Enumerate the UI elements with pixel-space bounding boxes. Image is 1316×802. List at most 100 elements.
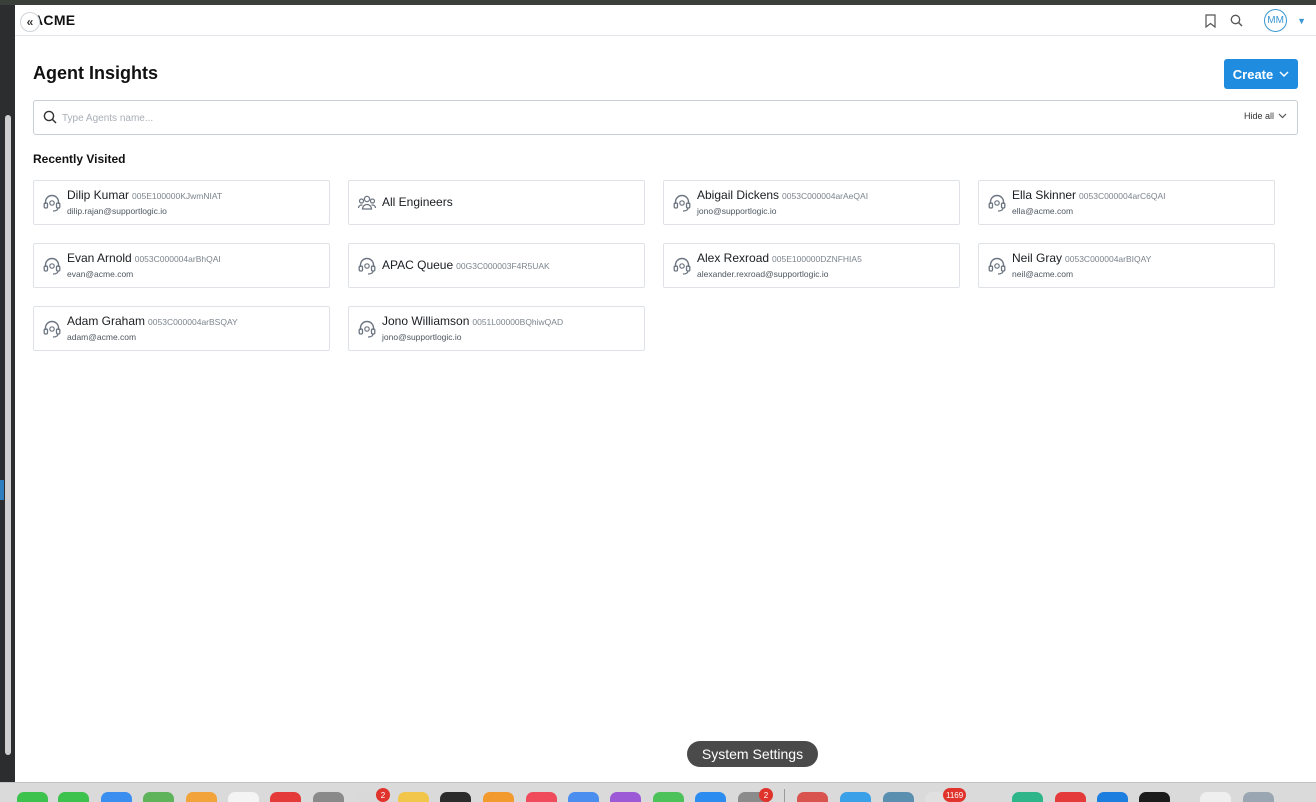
- dock-notification-badge: 2: [376, 788, 390, 802]
- recent-card-email: jono@supportlogic.io: [382, 332, 462, 342]
- recent-card-name: Dilip Kumar 005E100000KJwmNIAT: [67, 188, 222, 202]
- recent-card-name-text: APAC Queue: [382, 258, 454, 272]
- dock-app-icon[interactable]: [313, 792, 344, 802]
- scrollbar[interactable]: [5, 115, 11, 755]
- recent-card-name: Alex Rexroad 005E100000DZNFHIA5: [697, 251, 862, 265]
- recent-card[interactable]: Ella Skinner 0053C000004arC6QAI ella@acme.…: [978, 180, 1275, 225]
- create-button[interactable]: Create: [1224, 59, 1298, 89]
- dock-app-icon[interactable]: [883, 792, 914, 802]
- left-gutter: [0, 5, 15, 782]
- headset-icon: [357, 256, 377, 276]
- dock-separator: [784, 789, 785, 802]
- recent-card[interactable]: Dilip Kumar 005E100000KJwmNIAT dilip.rajan…: [33, 180, 330, 225]
- search-icon[interactable]: [1228, 13, 1244, 29]
- top-header: ACME MM ▼: [15, 5, 1316, 36]
- recent-card-id: 0053C000004arBhQAI: [134, 254, 221, 264]
- dock-app-icon[interactable]: [610, 792, 641, 802]
- dock-app-icon[interactable]: [840, 792, 871, 802]
- group-icon: [357, 193, 377, 213]
- headset-icon: [42, 319, 62, 339]
- headset-icon: [42, 256, 62, 276]
- recent-card-name-text: Ella Skinner: [1012, 188, 1077, 202]
- dock-app-icon[interactable]: [186, 792, 217, 802]
- dock-app-icon[interactable]: [653, 792, 684, 802]
- dock-app-icon[interactable]: [228, 792, 259, 802]
- recently-visited-heading: Recently Visited: [33, 152, 126, 166]
- chevron-down-icon: [1279, 70, 1289, 77]
- recent-card-email: neil@acme.com: [1012, 269, 1074, 279]
- recent-card[interactable]: All Engineers: [348, 180, 645, 225]
- dock-app-icon[interactable]: [797, 792, 828, 802]
- dock-app-icon[interactable]: [568, 792, 599, 802]
- recent-card[interactable]: APAC Queue 00G3C000003F4R5UAK: [348, 243, 645, 288]
- dock-app-icon[interactable]: [1055, 792, 1086, 802]
- dock-app-icon[interactable]: [1139, 792, 1170, 802]
- recent-card-name: Abigail Dickens 0053C000004arAeQAI: [697, 188, 868, 202]
- dock-app-icon[interactable]: [1243, 792, 1274, 802]
- user-avatar[interactable]: MM: [1264, 9, 1288, 32]
- recent-card[interactable]: Alex Rexroad 005E100000DZNFHIA5 alexander.…: [663, 243, 960, 288]
- recent-card-name-text: Abigail Dickens: [697, 188, 780, 202]
- search-input[interactable]: [62, 108, 1212, 128]
- recent-card-name-text: All Engineers: [382, 195, 453, 209]
- recent-card-name: Adam Graham 0053C000004arBSQAY: [67, 314, 238, 328]
- recent-card-id: 005E100000DZNFHIA5: [772, 254, 862, 264]
- recent-card-id: 0053C000004arAeQAI: [782, 191, 869, 201]
- headset-icon: [357, 319, 377, 339]
- recent-card-name-text: Alex Rexroad: [697, 251, 770, 265]
- recent-card-email: adam@acme.com: [67, 332, 137, 342]
- macos-dock: 2 2 1169: [0, 782, 1316, 802]
- recent-card[interactable]: Neil Gray 0053C000004arBIQAY neil@acme.com: [978, 243, 1275, 288]
- dock-app-icon[interactable]: [270, 792, 301, 802]
- dock-app-icon[interactable]: [58, 792, 89, 802]
- recent-card-email: jono@supportlogic.io: [697, 206, 777, 216]
- recent-card-name: Evan Arnold 0053C000004arBhQAI: [67, 251, 221, 265]
- header-actions: MM ▼: [1202, 9, 1306, 32]
- dock-app-icon[interactable]: [695, 792, 726, 802]
- recent-card-id: 0051L00000BQhiwQAD: [472, 317, 564, 327]
- dock-app-icon[interactable]: [398, 792, 429, 802]
- recent-card-id: 005E100000KJwmNIAT: [132, 191, 223, 201]
- headset-icon: [42, 193, 62, 213]
- recent-card[interactable]: Abigail Dickens 0053C000004arAeQAI jono@su…: [663, 180, 960, 225]
- dock-app-icon[interactable]: [526, 792, 557, 802]
- recent-card-name-text: Neil Gray: [1012, 251, 1063, 265]
- hide-all-label: Hide all: [1243, 111, 1274, 121]
- headset-icon: [987, 193, 1007, 213]
- recent-card-id: 00G3C000003F4R5UAK: [456, 261, 550, 271]
- dock-app-icon[interactable]: [143, 792, 174, 802]
- dock-app-icon[interactable]: [101, 792, 132, 802]
- recent-card-name-text: Jono Williamson: [382, 314, 470, 328]
- recent-card-name: Neil Gray 0053C000004arBIQAY: [1012, 251, 1151, 265]
- hide-all-dropdown[interactable]: Hide all: [1244, 111, 1287, 121]
- recently-visited-grid: Dilip Kumar 005E100000KJwmNIAT dilip.rajan…: [33, 180, 1293, 360]
- collapse-sidebar-button[interactable]: «: [20, 12, 40, 32]
- dock-app-icon[interactable]: [1200, 792, 1231, 802]
- bookmark-icon[interactable]: [1202, 13, 1218, 29]
- recent-card-name: All Engineers: [382, 195, 453, 209]
- dock-app-icon[interactable]: [17, 792, 48, 802]
- app-window: « ACME MM ▼ Agent Insights Create Hide a…: [15, 5, 1316, 782]
- double-chevron-left-icon: «: [26, 15, 34, 29]
- chevron-down-icon[interactable]: ▼: [1297, 16, 1306, 26]
- recent-card[interactable]: Evan Arnold 0053C000004arBhQAI evan@acme.c…: [33, 243, 330, 288]
- recent-card-id: 0053C000004arBSQAY: [148, 317, 238, 327]
- recent-card-email: dilip.rajan@supportlogic.io: [67, 206, 167, 216]
- recent-card-name-text: Adam Graham: [67, 314, 146, 328]
- create-button-label: Create: [1232, 66, 1274, 82]
- dock-app-icon[interactable]: [483, 792, 514, 802]
- dock-app-icon[interactable]: [440, 792, 471, 802]
- dock-app-icon[interactable]: [1012, 792, 1043, 802]
- gutter-marker: [0, 480, 4, 500]
- headset-icon: [987, 256, 1007, 276]
- recent-card-name-text: Evan Arnold: [67, 251, 132, 265]
- dock-tooltip: System Settings: [687, 741, 818, 767]
- search-icon: [43, 110, 57, 129]
- page-title: Agent Insights: [33, 63, 158, 83]
- recent-card-name: APAC Queue 00G3C000003F4R5UAK: [382, 258, 550, 272]
- recent-card[interactable]: Jono Williamson 0051L00000BQhiwQAD jono@su…: [348, 306, 645, 351]
- recent-card[interactable]: Adam Graham 0053C000004arBSQAY adam@acme.c…: [33, 306, 330, 351]
- recent-card-email: ella@acme.com: [1012, 206, 1074, 216]
- dock-app-icon[interactable]: [1097, 792, 1128, 802]
- headset-icon: [672, 193, 692, 213]
